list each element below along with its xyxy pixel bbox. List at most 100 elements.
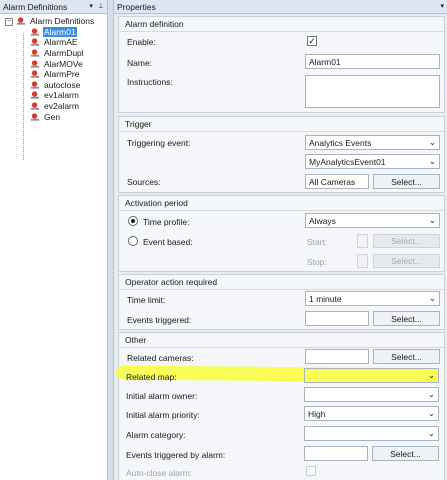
alarm-icon	[30, 70, 40, 78]
time-profile-dropdown[interactable]: Always ⌄	[305, 213, 440, 228]
pane-dropdown-icon[interactable]: ▾	[89, 2, 93, 10]
chevron-down-icon: ⌄	[427, 408, 435, 418]
events-triggered-by-alarm-label: Events triggered by alarm:	[126, 450, 226, 460]
alarm-group-icon	[16, 17, 26, 25]
sources-label: Sources:	[127, 177, 161, 187]
alarm-icon	[30, 81, 40, 89]
start-field	[357, 234, 368, 248]
activation-period-group: Activation period Time profile: Always ⌄…	[118, 195, 445, 272]
time-profile-label: Time profile:	[143, 217, 190, 227]
triggering-event-dropdown[interactable]: Analytics Events ⌄	[305, 135, 440, 150]
initial-alarm-priority-dropdown[interactable]: High ⌄	[304, 406, 439, 421]
group-title-operator-action: Operator action required	[125, 277, 218, 287]
other-group-rows: Related map: ⌄ Initial alarm owner: ⌄ In…	[118, 332, 445, 480]
alarm-item[interactable]: ev1alarm	[0, 90, 107, 101]
events-triggered-label: Events triggered:	[127, 315, 192, 325]
alarm-item-label: autoclose	[44, 79, 81, 90]
instructions-field[interactable]	[305, 75, 440, 108]
alarm-item[interactable]: AlarmAE	[0, 37, 107, 48]
alarm-item-label: Alarm01	[43, 26, 77, 37]
event-based-radio[interactable]	[128, 236, 138, 246]
alarm-item-label: AlarmDupl	[44, 48, 84, 59]
chevron-down-icon: ⌄	[428, 156, 436, 166]
alarm-icon	[30, 91, 40, 100]
initial-alarm-owner-label: Initial alarm owner:	[126, 391, 198, 401]
analytics-event-dropdown[interactable]: MyAnalyticsEvent01 ⌄	[305, 154, 440, 169]
chevron-down-icon: ⌄	[428, 293, 436, 303]
alarm-item-label: AlarMOVe	[44, 58, 83, 69]
events-triggered-field[interactable]	[305, 311, 369, 326]
chevron-down-icon: ⌄	[428, 215, 436, 225]
stop-label: Stop:	[307, 257, 327, 267]
alarm-icon	[30, 102, 40, 110]
alarm-item[interactable]: AlarmDupl	[0, 48, 107, 59]
alarm-item[interactable]: AlarMOVe	[0, 58, 107, 69]
triggering-event-value: Analytics Events	[309, 137, 372, 148]
time-limit-value: 1 minute	[309, 293, 342, 304]
start-select-button: Select...	[373, 234, 440, 248]
time-profile-radio[interactable]	[128, 216, 138, 226]
group-title-activation-period: Activation period	[125, 198, 188, 208]
stop-field	[357, 254, 368, 268]
alarm-definitions-header: Alarm Definitions ▾ ⊥	[0, 0, 107, 14]
sources-field[interactable]: All Cameras	[305, 174, 369, 189]
alarm-icon	[30, 38, 40, 47]
alarm-item-label: Gen	[44, 111, 61, 122]
name-field[interactable]: Alarm01	[305, 54, 440, 69]
event-based-label: Event based:	[143, 237, 193, 247]
chevron-down-icon: ⌄	[427, 428, 435, 438]
alarm-icon	[30, 49, 40, 57]
alarm-category-dropdown[interactable]: ⌄	[304, 426, 439, 441]
events-triggered-by-alarm-select-button[interactable]: Select...	[372, 446, 439, 461]
alarm-tree: − Alarm Definitions Alarm01 AlarmAE AlarmD…	[0, 14, 107, 160]
events-triggered-by-alarm-field[interactable]	[304, 446, 368, 461]
chevron-down-icon: ⌄	[427, 370, 435, 380]
alarm-icon	[30, 60, 40, 68]
tree-root-label: Alarm Definitions	[30, 16, 95, 27]
properties-dropdown-icon[interactable]: ▾	[440, 2, 444, 10]
alarm-item[interactable]: Alarm01	[0, 26, 107, 38]
alarm-item[interactable]: ev2alarm	[0, 101, 107, 112]
alarm-item-label: ev2alarm	[44, 101, 79, 112]
group-title-trigger: Trigger	[125, 119, 152, 129]
alarm-icon	[30, 28, 40, 36]
alarm-item-label: AlarmPre	[44, 69, 80, 80]
chevron-down-icon: ⌄	[427, 389, 435, 399]
events-triggered-select-button[interactable]: Select...	[373, 311, 440, 326]
tree-root[interactable]: − Alarm Definitions	[0, 16, 107, 27]
alarm-item-label: ev1alarm	[44, 90, 79, 101]
alarm-item[interactable]: Gen	[0, 111, 107, 122]
operator-action-group: Operator action required Time limit: 1 m…	[118, 274, 445, 330]
start-label: Start:	[307, 237, 328, 247]
alarm-item-label: AlarmAE	[44, 37, 78, 48]
initial-alarm-priority-value: High	[308, 408, 326, 419]
time-profile-value: Always	[309, 215, 336, 226]
initial-alarm-owner-dropdown[interactable]: ⌄	[304, 387, 439, 402]
triggering-event-label: Triggering event:	[127, 138, 191, 148]
alarm-item[interactable]: AlarmPre	[0, 69, 107, 80]
alarm-definitions-title: Alarm Definitions	[3, 1, 68, 12]
group-title-alarm-definition: Alarm definition	[125, 19, 184, 29]
alarm-definitions-pane: Alarm Definitions ▾ ⊥ − Alarm Definition…	[0, 0, 108, 480]
related-map-label: Related map:	[126, 372, 177, 382]
pin-icon[interactable]: ⊥	[98, 2, 104, 10]
properties-header: Properties ▾	[114, 0, 447, 14]
sources-select-button[interactable]: Select...	[373, 174, 440, 189]
related-map-dropdown[interactable]: ⌄	[304, 368, 439, 383]
chevron-down-icon: ⌄	[428, 137, 436, 147]
instructions-label: Instructions:	[127, 77, 173, 87]
checkmark-icon: ✓	[308, 36, 316, 46]
analytics-event-value: MyAnalyticsEvent01	[309, 156, 386, 167]
collapse-icon[interactable]: −	[5, 18, 13, 26]
trigger-group: Trigger Triggering event: Analytics Even…	[118, 116, 445, 193]
time-limit-dropdown[interactable]: 1 minute ⌄	[305, 291, 440, 306]
initial-alarm-priority-label: Initial alarm priority:	[126, 410, 200, 420]
name-label: Name:	[127, 58, 153, 68]
properties-title: Properties	[117, 1, 156, 12]
time-limit-label: Time limit:	[127, 295, 166, 305]
alarm-icon	[30, 112, 40, 121]
alarm-definition-group: Alarm definition Enable: ✓ Name: Alarm01…	[118, 16, 445, 113]
enable-checkbox[interactable]: ✓	[307, 36, 317, 46]
alarm-item[interactable]: autoclose	[0, 80, 107, 91]
enable-label: Enable:	[127, 37, 156, 47]
